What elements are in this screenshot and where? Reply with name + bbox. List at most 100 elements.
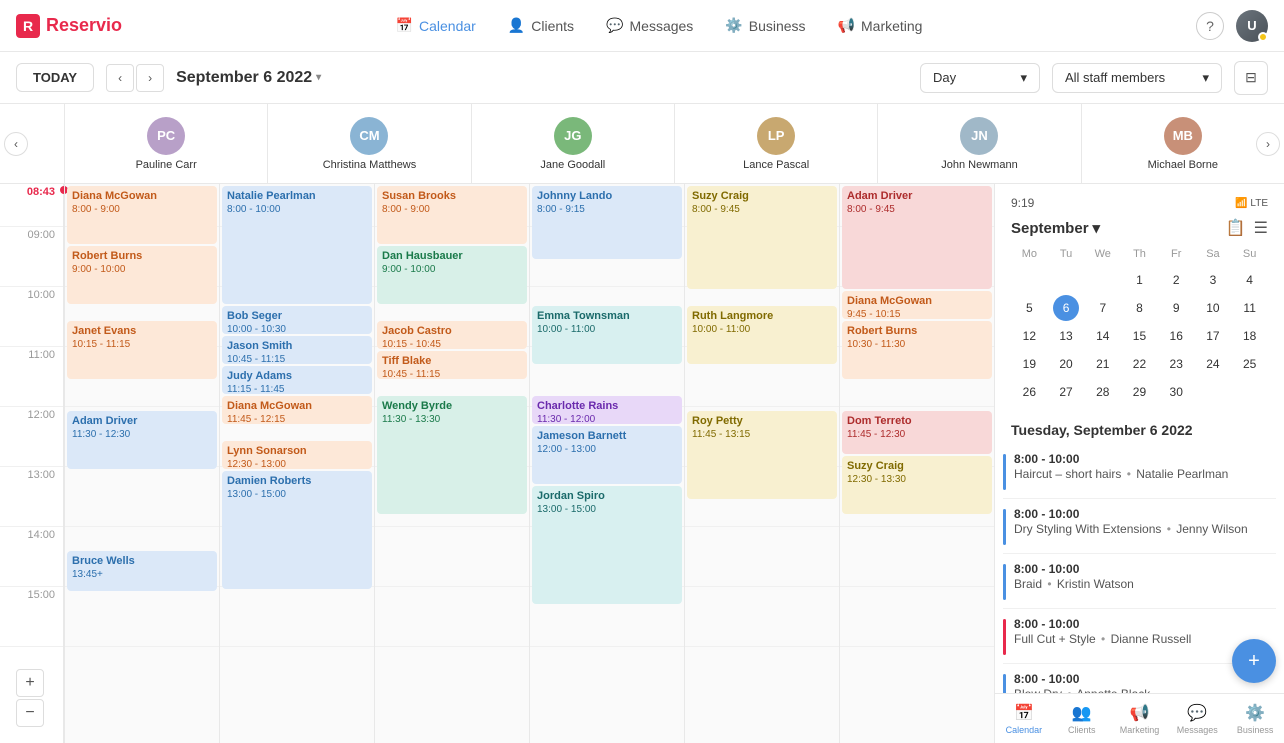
rp-event-0[interactable]: 8:00 - 10:00 Haircut – short hairs • Nat… [1003, 444, 1276, 499]
appt-adam-col5[interactable]: Adam Driver 8:00 - 9:45 [842, 186, 992, 289]
appt-jameson-col3[interactable]: Jameson Barnett 12:00 - 13:00 [532, 426, 682, 484]
nav-clients[interactable]: 👤 Clients [494, 11, 588, 40]
appt-tiff-col2[interactable]: Tiff Blake 10:45 - 11:15 [377, 351, 527, 379]
appt-jordan-col3[interactable]: Jordan Spiro 13:00 - 15:00 [532, 486, 682, 604]
zoom-in-button[interactable]: + [16, 669, 44, 697]
rp-add-event-icon[interactable]: 📋 [1226, 218, 1246, 238]
appt-natalie-col1[interactable]: Natalie Pearlman 8:00 - 10:00 [222, 186, 372, 304]
appt-diana2-col5[interactable]: Diana McGowan 9:45 - 10:15 [842, 291, 992, 319]
mini-cal-day-8[interactable]: 8 [1126, 295, 1152, 321]
rp-bottom-messages[interactable]: 💬 Messages [1168, 703, 1226, 735]
appt-bob-col1[interactable]: Bob Seger 10:00 - 10:30 [222, 306, 372, 334]
staff-col-5[interactable]: MB Michael Borne [1081, 104, 1284, 183]
mini-cal-day-26[interactable]: 26 [1016, 379, 1042, 405]
mini-cal-day-6[interactable]: 6 [1053, 295, 1079, 321]
nav-messages[interactable]: 💬 Messages [592, 11, 707, 40]
rp-month-title[interactable]: September ▾ [1011, 219, 1100, 237]
appt-diana-mcgowan-col0[interactable]: Diana McGowan 8:00 - 9:00 [67, 186, 217, 244]
mini-cal-day-29[interactable]: 29 [1126, 379, 1152, 405]
appt-suzy2-col5[interactable]: Suzy Craig 12:30 - 13:30 [842, 456, 992, 514]
appt-emma-col3[interactable]: Emma Townsman 10:00 - 11:00 [532, 306, 682, 364]
mini-cal-day-25[interactable]: 25 [1237, 351, 1263, 377]
appt-roy-col4[interactable]: Roy Petty 11:45 - 13:15 [687, 411, 837, 499]
appt-ruth-col4[interactable]: Ruth Langmore 10:00 - 11:00 [687, 306, 837, 364]
staff-col-1[interactable]: CM Christina Matthews [267, 104, 470, 183]
nav-marketing[interactable]: 📢 Marketing [824, 11, 937, 40]
mini-cal-day-11[interactable]: 11 [1237, 295, 1263, 321]
mini-cal-day[interactable] [1090, 267, 1116, 293]
appt-diana-col1[interactable]: Diana McGowan 11:45 - 12:15 [222, 396, 372, 424]
rp-filter-icon[interactable]: ☰ [1254, 218, 1268, 238]
today-button[interactable]: TODAY [16, 63, 94, 92]
next-date-button[interactable]: › [136, 64, 164, 92]
nav-business[interactable]: ⚙️ Business [711, 11, 819, 40]
mini-cal-day-23[interactable]: 23 [1163, 351, 1189, 377]
mini-cal-day-22[interactable]: 22 [1126, 351, 1152, 377]
mini-cal-day-3[interactable]: 3 [1200, 267, 1226, 293]
filter-button[interactable]: ⊟ [1234, 61, 1268, 95]
mini-cal-day-19[interactable]: 19 [1016, 351, 1042, 377]
appt-janet-evans-col0[interactable]: Janet Evans 10:15 - 11:15 [67, 321, 217, 379]
zoom-out-button[interactable]: − [16, 699, 44, 727]
rp-event-1[interactable]: 8:00 - 10:00 Dry Styling With Extensions… [1003, 499, 1276, 554]
mini-cal-day-18[interactable]: 18 [1237, 323, 1263, 349]
appt-adam-driver-col0[interactable]: Adam Driver 11:30 - 12:30 [67, 411, 217, 469]
appt-robert2-col5[interactable]: Robert Burns 10:30 - 11:30 [842, 321, 992, 379]
appt-charlotte-col3[interactable]: Charlotte Rains 11:30 - 12:00 [532, 396, 682, 424]
mini-cal-day-13[interactable]: 13 [1053, 323, 1079, 349]
mini-cal-day-9[interactable]: 9 [1163, 295, 1189, 321]
rp-bottom-business[interactable]: ⚙️ Business [1226, 703, 1284, 735]
rp-bottom-calendar[interactable]: 📅 Calendar [995, 703, 1053, 735]
appt-damien-col1[interactable]: Damien Roberts 13:00 - 15:00 [222, 471, 372, 589]
help-button[interactable]: ? [1196, 12, 1224, 40]
appt-bruce-wells-col0[interactable]: Bruce Wells 13:45+ [67, 551, 217, 591]
mini-cal-day-27[interactable]: 27 [1053, 379, 1079, 405]
mini-cal-day[interactable] [1237, 379, 1263, 405]
appt-suzy-col4[interactable]: Suzy Craig 8:00 - 9:45 [687, 186, 837, 289]
staff-col-4[interactable]: JN John Newmann [877, 104, 1080, 183]
mini-cal-day-4[interactable]: 4 [1237, 267, 1263, 293]
appt-robert-burns-col0[interactable]: Robert Burns 9:00 - 10:00 [67, 246, 217, 304]
logo[interactable]: R Reservio [16, 14, 122, 38]
appt-lynn-col1[interactable]: Lynn Sonarson 12:30 - 13:00 [222, 441, 372, 469]
mini-cal-day-21[interactable]: 21 [1090, 351, 1116, 377]
mini-cal-day-5[interactable]: 5 [1016, 295, 1042, 321]
current-date-display[interactable]: September 6 2022 ▾ [176, 69, 321, 87]
appt-wendy-col2[interactable]: Wendy Byrde 11:30 - 13:30 [377, 396, 527, 514]
fab-add-button[interactable]: + [1232, 639, 1276, 683]
mini-cal-day-15[interactable]: 15 [1126, 323, 1152, 349]
mini-cal-day-12[interactable]: 12 [1016, 323, 1042, 349]
staff-col-3[interactable]: LP Lance Pascal [674, 104, 877, 183]
mini-cal-day[interactable] [1200, 379, 1226, 405]
appt-dom-col5[interactable]: Dom Terreto 11:45 - 12:30 [842, 411, 992, 454]
mini-cal-day-30[interactable]: 30 [1163, 379, 1189, 405]
mini-cal-day-1[interactable]: 1 [1126, 267, 1152, 293]
rp-bottom-marketing[interactable]: 📢 Marketing [1111, 703, 1169, 735]
staff-col-2[interactable]: JG Jane Goodall [471, 104, 674, 183]
appt-dan-col2[interactable]: Dan Hausbauer 9:00 - 10:00 [377, 246, 527, 304]
rp-bottom-clients[interactable]: 👥 Clients [1053, 703, 1111, 735]
appt-jason-col1[interactable]: Jason Smith 10:45 - 11:15 [222, 336, 372, 364]
staff-filter[interactable]: All staff members ▾ [1052, 63, 1222, 93]
mini-cal-day-24[interactable]: 24 [1200, 351, 1226, 377]
view-selector[interactable]: Day ▾ [920, 63, 1040, 93]
mini-cal-day-28[interactable]: 28 [1090, 379, 1116, 405]
staff-col-0[interactable]: PC Pauline Carr [64, 104, 267, 183]
mini-cal-day-20[interactable]: 20 [1053, 351, 1079, 377]
mini-cal-day-10[interactable]: 10 [1200, 295, 1226, 321]
mini-cal-day-7[interactable]: 7 [1090, 295, 1116, 321]
mini-cal-day-17[interactable]: 17 [1200, 323, 1226, 349]
prev-date-button[interactable]: ‹ [106, 64, 134, 92]
nav-calendar[interactable]: 📅 Calendar [382, 11, 490, 40]
mini-cal-day[interactable] [1053, 267, 1079, 293]
user-avatar-wrapper[interactable]: U [1236, 10, 1268, 42]
appt-judy-col1[interactable]: Judy Adams 11:15 - 11:45 [222, 366, 372, 394]
mini-cal-day[interactable] [1016, 267, 1042, 293]
appt-jacob-col2[interactable]: Jacob Castro 10:15 - 10:45 [377, 321, 527, 349]
appt-johnny-col3[interactable]: Johnny Lando 8:00 - 9:15 [532, 186, 682, 259]
mini-cal-day-2[interactable]: 2 [1163, 267, 1189, 293]
staff-scroll-left[interactable]: ‹ [4, 132, 28, 156]
rp-event-2[interactable]: 8:00 - 10:00 Braid • Kristin Watson [1003, 554, 1276, 609]
mini-cal-day-14[interactable]: 14 [1090, 323, 1116, 349]
staff-scroll-right[interactable]: › [1256, 132, 1280, 156]
